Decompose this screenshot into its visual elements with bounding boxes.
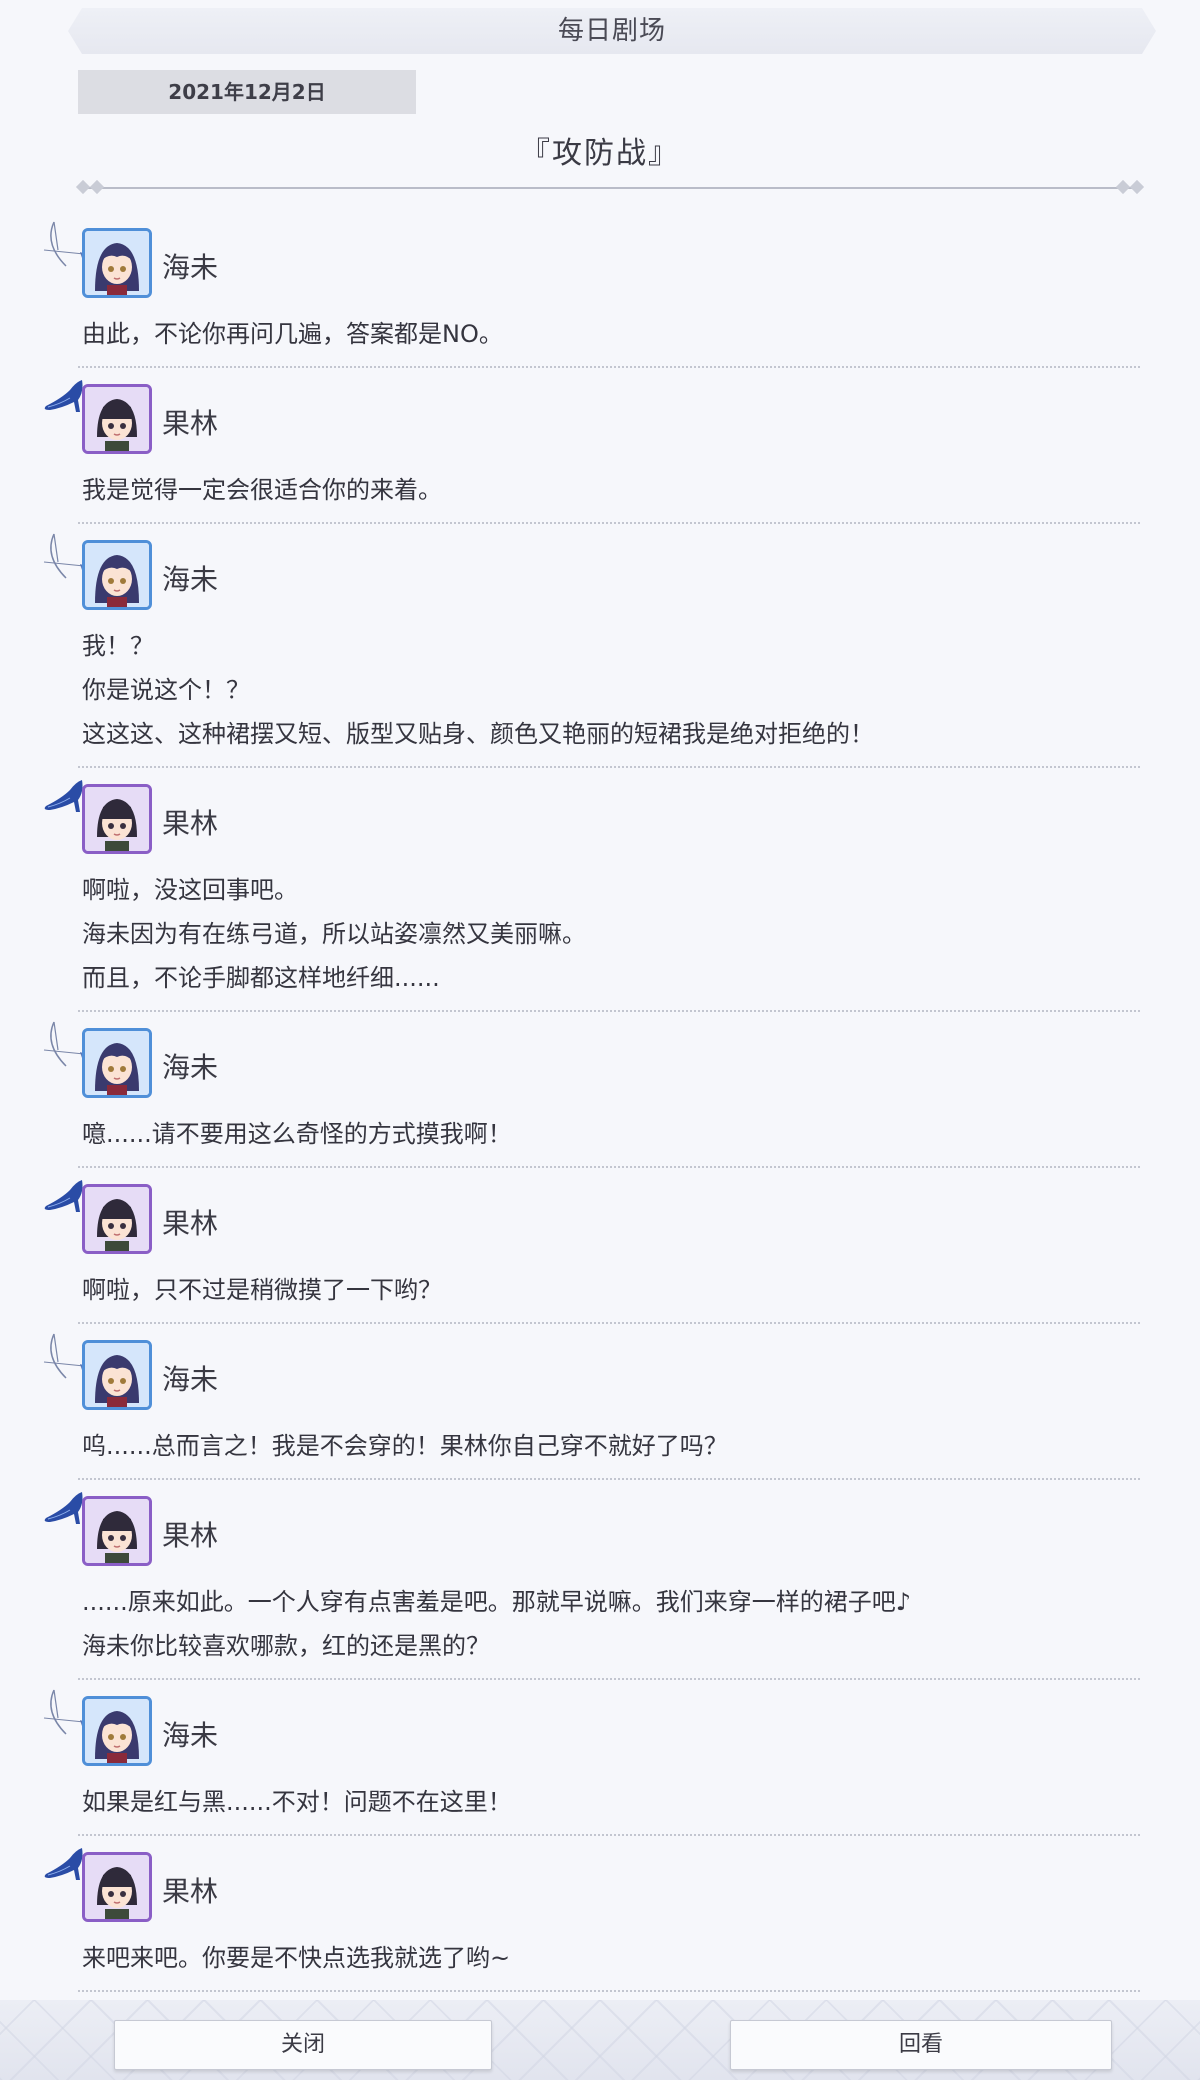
divider-diamond-icon — [75, 179, 91, 195]
avatar — [82, 1852, 152, 1922]
speaker-name: 果林 — [162, 1875, 219, 1908]
dialogue-lines: 啊啦，只不过是稍微摸了一下哟？ — [82, 1268, 442, 1312]
dialogue-line: 啊啦，没这回事吧。 — [82, 876, 298, 904]
entry-separator — [78, 366, 1140, 368]
dialogue-lines: 啊啦，没这回事吧。海未因为有在练弓道，所以站姿凛然又美丽嘛。 而且，不论手脚都这样… — [82, 868, 586, 1000]
divider-diamond-icon — [89, 179, 105, 195]
avatar — [82, 384, 152, 454]
speaker-name: 海未 — [162, 1363, 219, 1396]
entry-separator — [78, 1010, 1140, 1012]
entry-separator — [78, 1166, 1140, 1168]
dialogue-line: 我是觉得一定会很适合你的来着。 — [82, 476, 442, 504]
dialogue-lines: 由此，不论你再问几遍，答案都是NO。 — [82, 312, 503, 356]
speaker-name: 海未 — [162, 1051, 219, 1084]
dialogue-line: 呜......总而言之！我是不会穿的！果林你自己穿不就好了吗？ — [82, 1432, 728, 1460]
entry-separator — [78, 522, 1140, 524]
episode-title: 『攻防战』 — [520, 136, 680, 171]
page-title: 每日剧场 — [557, 16, 666, 46]
entry-separator — [78, 1834, 1140, 1836]
dialogue-line: 这这这、这种裙摆又短、版型又贴身、颜色又艳丽的短裙我是绝对拒绝的！ — [82, 720, 874, 748]
entry-separator — [78, 1478, 1140, 1480]
dialogue-lines: 如果是红与黑......不对！问题不在这里！ — [82, 1780, 512, 1824]
dialogue-line: 来吧来吧。你要是不快点选我就选了哟~ — [82, 1944, 511, 1972]
avatar — [82, 1340, 152, 1410]
daily-theater-screen: 每日剧场 2021年12月2日 『攻防战』 海未由此，不论你再问几遍，答案都是N… — [0, 0, 1200, 2080]
avatar — [82, 1028, 152, 1098]
dialogue-line: ......原来如此。一个人穿有点害羞是吧。那就早说嘛。我们来穿一样的裙子吧♪ — [82, 1588, 912, 1616]
close-button[interactable]: 关闭 — [114, 2020, 492, 2070]
dialogue-line: 啊啦，只不过是稍微摸了一下哟？ — [82, 1276, 442, 1304]
replay-button[interactable]: 回看 — [730, 2020, 1112, 2070]
dialogue-lines: 我！？ 你是说这个！？ 这这这、这种裙摆又短、版型又贴身、颜色又艳丽的短裙我是绝对拒… — [82, 624, 874, 756]
avatar — [82, 1696, 152, 1766]
dialogue-line: 而且，不论手脚都这样地纤细...... — [82, 964, 440, 992]
dialogue-line: 你是说这个！？ — [82, 676, 250, 704]
dialogue-line: 如果是红与黑......不对！问题不在这里！ — [82, 1788, 512, 1816]
dialogue-lines: 我是觉得一定会很适合你的来着。 — [82, 468, 442, 512]
avatar — [82, 540, 152, 610]
speaker-name: 果林 — [162, 1519, 219, 1552]
entry-separator — [78, 1990, 1140, 1992]
speaker-name: 海未 — [162, 563, 219, 596]
dialogue-lines: 呜......总而言之！我是不会穿的！果林你自己穿不就好了吗？ — [82, 1424, 728, 1468]
avatar — [82, 1184, 152, 1254]
dialogue-lines: 来吧来吧。你要是不快点选我就选了哟~ — [82, 1936, 510, 1980]
dialogue-line: 噫......请不要用这么奇怪的方式摸我啊！ — [82, 1120, 512, 1148]
date-badge: 2021年12月2日 — [78, 70, 416, 114]
divider-diamond-icon — [1129, 179, 1145, 195]
speaker-name: 海未 — [162, 1719, 219, 1752]
header-bar: 每日剧场 — [68, 8, 1156, 54]
avatar — [82, 1496, 152, 1566]
dialogue-line: 海未你比较喜欢哪款，红的还是黑的？ — [82, 1632, 490, 1660]
speaker-name: 果林 — [162, 1207, 219, 1240]
dialogue-line: 由此，不论你再问几遍，答案都是NO。 — [82, 320, 503, 348]
avatar — [82, 228, 152, 298]
title-divider — [80, 187, 1140, 189]
speaker-name: 海未 — [162, 251, 219, 284]
speaker-name: 果林 — [162, 407, 219, 440]
dialogue-lines: 噫......请不要用这么奇怪的方式摸我啊！ — [82, 1112, 512, 1156]
dialogue-line: 海未因为有在练弓道，所以站姿凛然又美丽嘛。 — [82, 920, 586, 948]
dialogue-lines: ......原来如此。一个人穿有点害羞是吧。那就早说嘛。我们来穿一样的裙子吧♪ 海… — [82, 1580, 911, 1668]
avatar — [82, 784, 152, 854]
entry-separator — [78, 1322, 1140, 1324]
dialogue-line: 我！？ — [82, 632, 154, 660]
entry-separator — [78, 766, 1140, 768]
entry-separator — [78, 1678, 1140, 1680]
speaker-name: 果林 — [162, 807, 219, 840]
divider-diamond-icon — [1115, 179, 1131, 195]
